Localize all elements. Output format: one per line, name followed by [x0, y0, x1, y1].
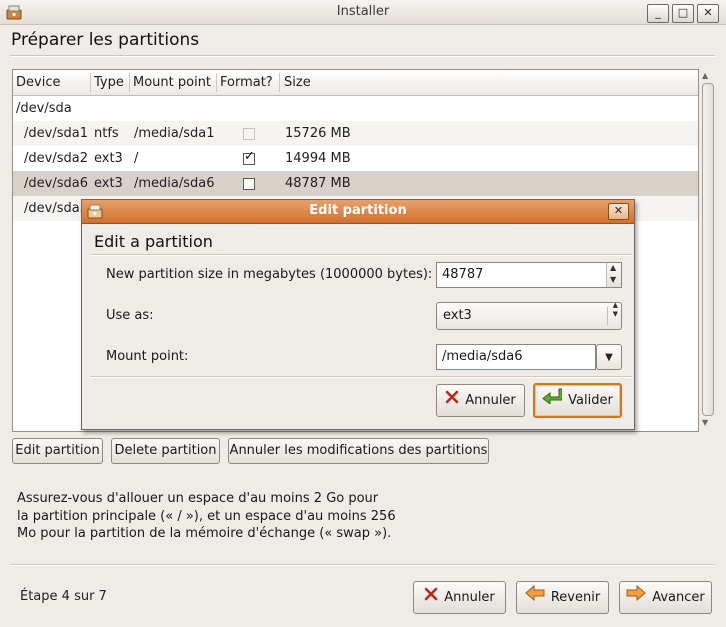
format-checkbox[interactable]: ✓	[243, 149, 255, 165]
window-titlebar: Installer _ □ ✕	[0, 0, 726, 25]
size-value: 48787	[442, 267, 484, 282]
cell-device: /dev/sda1	[24, 126, 88, 141]
select-divider	[607, 307, 608, 325]
footer-divider	[10, 564, 715, 566]
window-title: Installer	[336, 4, 390, 19]
edit-partition-button[interactable]: Edit partition	[12, 438, 103, 464]
cell-size: 48787 MB	[285, 176, 351, 191]
spin-down-icon[interactable]: ▼	[610, 268, 616, 292]
forward-arrow-icon	[626, 582, 646, 613]
dialog-ok-label: Valider	[568, 393, 613, 408]
spin-buttons[interactable]: ▲ ▼	[606, 263, 621, 287]
cell-device: /dev/sda2	[24, 151, 88, 166]
scroll-up-icon[interactable]: ▲	[702, 71, 708, 80]
column-format[interactable]: Format?	[220, 75, 273, 90]
cell-type: ext3	[94, 176, 123, 191]
dialog-header-divider	[90, 254, 632, 256]
mount-point-entry[interactable]: /media/sda6	[436, 344, 596, 370]
forward-button[interactable]: Avancer	[619, 581, 712, 614]
dialog-title: Edit partition	[309, 203, 407, 218]
format-checkbox	[243, 128, 255, 140]
dialog-cancel-button[interactable]: Annuler	[436, 384, 525, 417]
scroll-down-icon[interactable]: ▼	[702, 418, 708, 427]
ok-enter-icon	[542, 385, 563, 416]
info-text: Assurez-vous d'allouer un espace d'au mo…	[17, 491, 396, 541]
column-divider	[129, 73, 130, 92]
table-header: Device Type Mount point Format? Size	[13, 70, 698, 96]
cell-type: ext3	[94, 151, 123, 166]
format-checkbox[interactable]	[243, 178, 255, 190]
back-arrow-icon	[525, 582, 545, 613]
cell-device: /dev/sda6	[24, 176, 88, 191]
dialog-heading: Edit a partition	[94, 232, 213, 251]
maximize-button[interactable]: □	[672, 4, 694, 23]
table-row[interactable]: /dev/sda1 ntfs /media/sda1 15726 MB	[13, 121, 698, 146]
mount-point-value: /media/sda6	[442, 349, 523, 364]
back-label: Revenir	[550, 590, 601, 605]
use-as-select[interactable]: ext3 ▲ ▼	[436, 301, 622, 330]
cancel-x-icon	[424, 582, 438, 613]
chevron-down-icon: ▼	[605, 352, 613, 363]
column-size[interactable]: Size	[284, 75, 311, 90]
cell-type: ntfs	[94, 126, 119, 141]
page-title: Préparer les partitions	[11, 30, 200, 50]
table-row-selected[interactable]: /dev/sda6 ext3 /media/sda6 48787 MB	[13, 171, 698, 196]
use-as-label: Use as:	[106, 308, 154, 323]
dialog-ok-button[interactable]: Valider	[533, 383, 622, 418]
dialog-cancel-label: Annuler	[465, 393, 516, 408]
close-button[interactable]: ✕	[697, 4, 719, 23]
column-divider	[90, 73, 91, 92]
column-mount-point[interactable]: Mount point	[133, 75, 211, 90]
table-scrollbar[interactable]: ▲ ▼	[700, 69, 714, 430]
dialog-footer-divider	[90, 376, 632, 378]
back-button[interactable]: Revenir	[516, 581, 609, 614]
cancel-label: Annuler	[444, 590, 495, 605]
cell-mount: /	[134, 151, 139, 166]
cell-mount: /media/sda1	[134, 126, 215, 141]
revert-partitions-button[interactable]: Annuler les modifications des partitions	[228, 438, 489, 464]
partition-size-spinbox[interactable]: 48787 ▲ ▼	[436, 262, 622, 288]
dialog-titlebar: Edit partition ✕	[82, 200, 634, 224]
scrollbar-thumb[interactable]	[702, 83, 714, 416]
delete-partition-button[interactable]: Delete partition	[111, 438, 220, 464]
checkmark-icon: ✓	[244, 149, 255, 164]
cancel-x-icon	[445, 385, 459, 416]
cancel-button[interactable]: Annuler	[413, 581, 506, 614]
dialog-close-button[interactable]: ✕	[608, 203, 629, 220]
cell-mount: /media/sda6	[134, 176, 215, 191]
mount-point-dropdown-button[interactable]: ▼	[596, 344, 622, 370]
updown-icon: ▲ ▼	[612, 301, 618, 318]
mount-point-label: Mount point:	[106, 349, 189, 364]
use-as-value: ext3	[443, 308, 472, 323]
size-label: New partition size in megabytes (1000000…	[106, 267, 433, 282]
column-divider	[279, 73, 280, 92]
cell-size: 15726 MB	[285, 126, 351, 141]
column-type[interactable]: Type	[94, 75, 124, 90]
table-row[interactable]: /dev/sda2 ext3 / ✓ 14994 MB	[13, 146, 698, 171]
cell-size: 14994 MB	[285, 151, 351, 166]
column-divider	[216, 73, 217, 92]
table-row-disk[interactable]: /dev/sda	[13, 96, 698, 121]
cell-device: /dev/sda5	[24, 201, 88, 216]
column-device[interactable]: Device	[16, 75, 60, 90]
header-divider	[10, 55, 715, 57]
minimize-button[interactable]: _	[647, 4, 669, 23]
edit-partition-dialog[interactable]: Edit partition ✕ Edit a partition New pa…	[81, 199, 635, 430]
step-indicator: Étape 4 sur 7	[20, 589, 107, 604]
forward-label: Avancer	[652, 590, 705, 605]
disk-device: /dev/sda	[16, 101, 72, 116]
